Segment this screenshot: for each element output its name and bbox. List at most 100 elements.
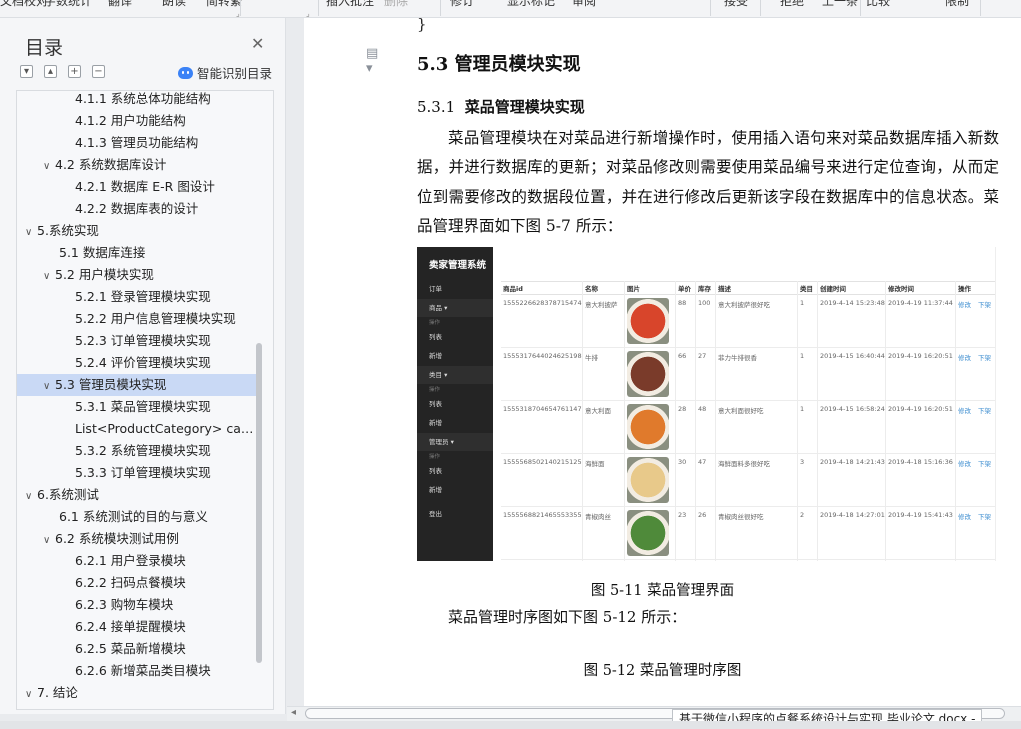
- page-layout-icon[interactable]: ▤ ▾: [366, 46, 388, 76]
- toc-item[interactable]: 5.2.3 订单管理模块实现: [17, 330, 257, 352]
- toc-item-label: 7. 结论: [37, 685, 78, 700]
- toc-item[interactable]: ∨ 6.2 系统模块测试用例: [17, 528, 257, 550]
- toolbar-separator: [860, 0, 861, 16]
- toc-item[interactable]: 5.3.3 订单管理模块实现: [17, 462, 257, 484]
- screenshot-cell-desc: 意大利面很好吃: [718, 407, 764, 415]
- toolbar-item[interactable]: 审阅: [572, 0, 596, 9]
- toolbar-item[interactable]: 插入批注: [326, 0, 374, 9]
- toolbar-item[interactable]: 比较: [866, 0, 890, 9]
- toc-item[interactable]: 5.2.1 登录管理模块实现: [17, 286, 257, 308]
- toolbar-item[interactable]: 朗读: [162, 0, 186, 9]
- unlist-link: 下架: [978, 407, 991, 415]
- toc-item[interactable]: 5.2.2 用户信息管理模块实现: [17, 308, 257, 330]
- toc-item[interactable]: ∨ 4.2 系统数据库设计: [17, 154, 257, 176]
- screenshot-cell-cat: 3: [800, 458, 805, 466]
- toc-item[interactable]: 6.2.2 扫码点餐模块: [17, 572, 257, 594]
- screenshot-cell-id: 1555317644024625198: [503, 352, 582, 360]
- body-paragraph: 菜品管理模块在对菜品进行新增操作时，使用插入语句来对菜品数据库插入新数据，并进行…: [417, 129, 999, 235]
- document-page[interactable]: ▤ ▾ } 5.3 管理员模块实现 5.3.1 菜品管理模块实现 菜品管理模块在…: [304, 15, 1021, 706]
- toolbar-separator: [240, 0, 241, 16]
- chevron-down-icon[interactable]: ∨: [43, 530, 55, 550]
- screenshot-cell-name: 意大利披萨: [585, 301, 618, 309]
- screenshot-cell-modified: 2019-4-19 11:37:44: [888, 299, 953, 307]
- screenshot-cell-name: 青椒肉丝: [585, 513, 611, 521]
- toc-item-label: 5.3.1 菜品管理模块实现: [75, 399, 211, 414]
- close-icon[interactable]: ✕: [251, 34, 264, 53]
- screenshot-menu-item: 新增: [429, 419, 442, 427]
- toolbar-item[interactable]: 翻译: [108, 0, 132, 9]
- screenshot-brand: 卖家管理系统: [429, 260, 487, 271]
- toolbar-item[interactable]: 拒绝: [780, 0, 804, 9]
- screenshot-menu-item: 新增: [429, 486, 442, 494]
- edit-link: 修改: [958, 301, 971, 309]
- toolbar-item[interactable]: 显示标记: [507, 0, 555, 9]
- toc-item[interactable]: 5.3.1 菜品管理模块实现: [17, 396, 257, 418]
- remove-level-icon[interactable]: −: [92, 65, 105, 78]
- toc-item[interactable]: List<ProductCategory> categoryList = pro…: [17, 418, 257, 440]
- add-level-icon[interactable]: +: [68, 65, 81, 78]
- screenshot-cell-price: 88: [678, 299, 687, 307]
- screenshot-row-divider: [501, 559, 995, 560]
- food-image-seafood-noodles: [627, 457, 669, 503]
- toc-list-container[interactable]: 4.1.1 系统总体功能结构 4.1.2 用户功能结构 4.1.3 管理员功能结构 ∨…: [16, 90, 274, 710]
- toc-item[interactable]: 4.1.3 管理员功能结构: [17, 132, 257, 154]
- screenshot-cell-created: 2019-4-18 14:21:43: [820, 458, 885, 466]
- toolbar-item[interactable]: 字数统计: [44, 0, 92, 9]
- toolbar-item[interactable]: 限制: [945, 0, 969, 9]
- toc-item[interactable]: 5.3.2 系统管理模块实现: [17, 440, 257, 462]
- toc-item[interactable]: 6.2.5 菜品新增模块: [17, 638, 257, 660]
- toc-item-label: 6.2.3 购物车模块: [75, 597, 174, 612]
- chevron-down-icon[interactable]: ∨: [43, 266, 55, 286]
- toc-item-label: 4.1.2 用户功能结构: [75, 113, 186, 128]
- toc-item[interactable]: 6.2.1 用户登录模块: [17, 550, 257, 572]
- chevron-down-icon[interactable]: ∨: [25, 222, 37, 242]
- toc-item-label: 4.2 系统数据库设计: [55, 157, 167, 172]
- toolbar-item[interactable]: 接受: [724, 0, 748, 9]
- expand-all-icon[interactable]: ▾: [20, 65, 33, 78]
- toolbar-item[interactable]: 删除: [384, 0, 408, 9]
- toc-scrollbar[interactable]: [256, 343, 262, 663]
- toolbar-item[interactable]: 简转繁: [206, 0, 242, 9]
- toc-item[interactable]: 4.1.2 用户功能结构: [17, 110, 257, 132]
- status-bar: [0, 721, 1021, 729]
- toc-item-label: 4.1.3 管理员功能结构: [75, 135, 199, 150]
- screenshot-cell-modified: 2019-4-19 16:20:51: [888, 405, 953, 413]
- group-launcher-icon[interactable]: ⌟: [236, 9, 240, 17]
- toolbar-item[interactable]: 修订: [450, 0, 474, 9]
- figure-caption: 图 5-11 菜品管理界面: [590, 583, 735, 599]
- chevron-down-icon[interactable]: ∨: [25, 684, 37, 704]
- screenshot-row-divider: [501, 453, 995, 454]
- toc-item[interactable]: 6.2.4 接单提醒模块: [17, 616, 257, 638]
- group-launcher-icon[interactable]: ⌟: [306, 9, 310, 17]
- screenshot-cell-cat: 2: [800, 511, 805, 519]
- chevron-down-icon[interactable]: ∨: [43, 156, 55, 176]
- toc-item[interactable]: ∨ 6.系统测试: [17, 484, 257, 506]
- toc-item[interactable]: 6.2.6 新增菜品类目模块: [17, 660, 257, 682]
- toolbar-item[interactable]: 文档校对: [0, 0, 48, 9]
- unlist-link: 下架: [978, 354, 991, 362]
- toc-item-active[interactable]: ∨ 5.3 管理员模块实现: [17, 374, 257, 396]
- smart-toc-button[interactable]: 智能识别目录: [178, 63, 272, 82]
- screenshot-column-divider: [817, 281, 818, 561]
- scroll-left-icon[interactable]: ◂: [291, 707, 296, 718]
- toc-item[interactable]: 4.1.1 系统总体功能结构: [17, 91, 257, 110]
- screenshot-cell-stock: 27: [698, 352, 707, 360]
- toc-item[interactable]: 4.2.2 数据库表的设计: [17, 198, 257, 220]
- screenshot-cell-id: 1555568821465553355: [503, 511, 582, 519]
- toc-item[interactable]: 5.2.4 评价管理模块实现: [17, 352, 257, 374]
- chevron-down-icon[interactable]: ∨: [43, 376, 55, 396]
- screenshot-cell-created: 2019-4-14 15:23:48: [820, 299, 885, 307]
- toc-item[interactable]: 4.2.1 数据库 E-R 图设计: [17, 176, 257, 198]
- toc-item[interactable]: ∨ 5.2 用户模块实现: [17, 264, 257, 286]
- toc-item-label: 6.2 系统模块测试用例: [55, 531, 179, 546]
- toolbar-separator: [440, 0, 441, 16]
- toc-item[interactable]: ∨ 7. 结论: [17, 682, 257, 704]
- toc-item[interactable]: 6.1 系统测试的目的与意义: [17, 506, 257, 528]
- toolbar-item[interactable]: 上一条: [822, 0, 858, 9]
- toc-item[interactable]: ∨ 5.系统实现: [17, 220, 257, 242]
- screenshot-cell-modified: 2019-4-19 16:20:51: [888, 352, 953, 360]
- toc-item[interactable]: 6.2.3 购物车模块: [17, 594, 257, 616]
- toc-item[interactable]: 5.1 数据库连接: [17, 242, 257, 264]
- chevron-down-icon[interactable]: ∨: [25, 486, 37, 506]
- collapse-all-icon[interactable]: ▴: [44, 65, 57, 78]
